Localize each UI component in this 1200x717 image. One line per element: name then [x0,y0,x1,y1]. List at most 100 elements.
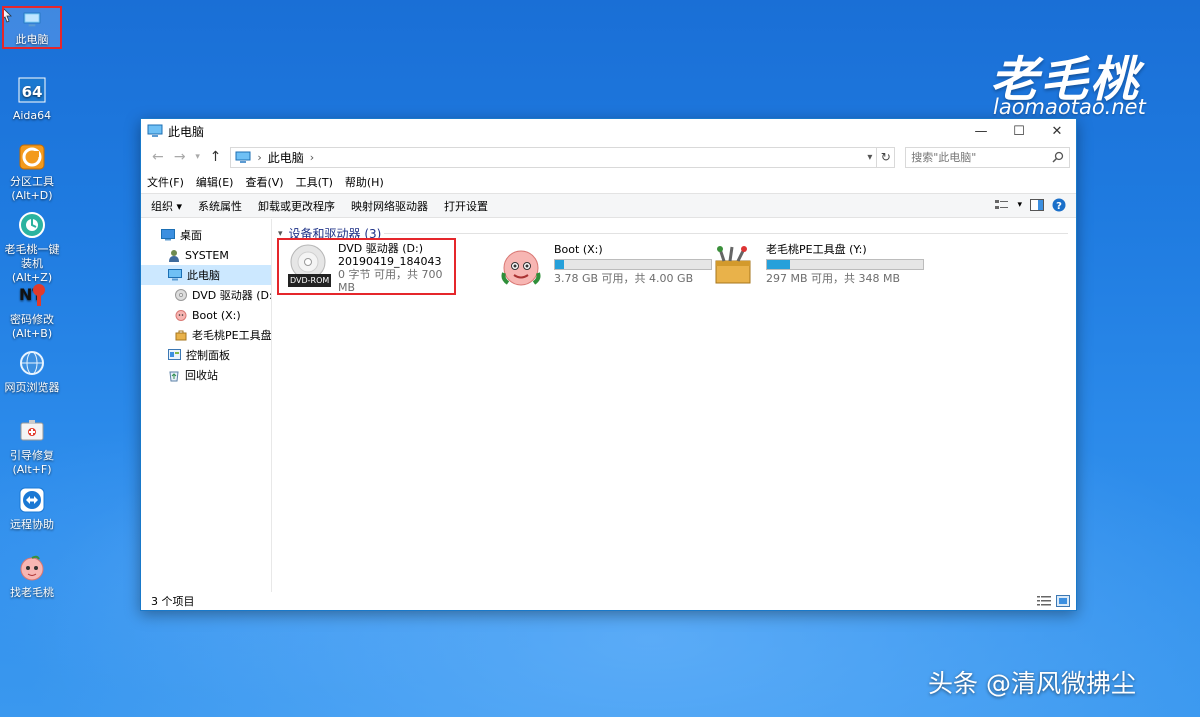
search-input[interactable] [911,150,1052,164]
drive-tile-dvd[interactable]: DVD-ROM DVD 驱动器 (D:) 20190419_184043 0 字… [277,238,456,295]
minimize-button[interactable]: — [962,119,1000,143]
nav-item-desktop[interactable]: 桌面 [141,225,271,245]
dvd-rom-badge: DVD-ROM [288,274,332,287]
forward-arrow-icon[interactable]: → [169,149,191,165]
close-button[interactable]: ✕ [1038,119,1076,143]
maximize-button[interactable]: ☐ [1000,119,1038,143]
map-network-drive-button[interactable]: 映射网络驱动器 [351,198,428,214]
nav-item-control-panel[interactable]: 控制面板 [141,345,271,365]
preview-pane-icon[interactable] [1030,199,1044,211]
desktop-icon-boot-repair[interactable]: 引导修复(Alt+F) [1,416,63,477]
peach-icon [498,243,548,291]
menu-tools[interactable]: 工具(T) [296,174,333,190]
search-field[interactable] [905,146,1070,168]
boot-repair-icon [20,420,44,441]
recent-dropdown-icon[interactable]: ▾ [191,152,205,162]
remote-assist-icon [19,487,45,513]
peach-icon [20,555,44,581]
system-properties-button[interactable]: 系统属性 [198,198,242,214]
menu-file[interactable]: 文件(F) [147,174,184,190]
help-icon[interactable]: ? [1052,198,1066,212]
drive-name: Boot (X:) [554,243,603,256]
drive-usage-fill [555,260,564,269]
breadcrumb-this-pc[interactable]: 此电脑 [268,149,304,166]
drive-tile-boot[interactable]: Boot (X:) 3.78 GB 可用，共 4.00 GB [498,243,712,299]
nav-item-dvd-drive[interactable]: DVD 驱动器 (D:) [141,285,271,305]
desktop-icon-password[interactable]: NT 密码修改(Alt+B) [1,280,63,341]
nav-label: 老毛桃PE工具盘 ( [192,329,271,342]
open-settings-button[interactable]: 打开设置 [444,198,488,214]
desktop-icon-label: 老毛桃一键装机(Alt+Z) [4,243,60,284]
desktop-icon-label: 密码修改(Alt+B) [10,313,54,340]
explorer-body: 桌面 SYSTEM 此电脑 DVD 驱动器 (D:) Boot (X:) 老毛桃… [141,219,1076,592]
address-row: ← → ▾ ↑ › 此电脑 › ▾ ↻ [141,143,1076,171]
control-panel-icon [168,349,181,360]
drive-space: 3.78 GB 可用，共 4.00 GB [554,272,694,285]
uninstall-program-button[interactable]: 卸载或更改程序 [258,198,335,214]
computer-icon [168,269,182,281]
nav-item-boot-drive[interactable]: Boot (X:) [141,305,271,325]
menu-help[interactable]: 帮助(H) [345,174,384,190]
desktop-icon [161,229,175,241]
peach-icon [175,310,187,321]
details-view-icon[interactable] [1037,595,1051,607]
nav-label: 桌面 [180,229,202,242]
nav-item-system-user[interactable]: SYSTEM [141,245,271,265]
desktop-icon-aida64[interactable]: 64 Aida64 [1,76,63,123]
refresh-icon[interactable]: ↻ [877,146,896,168]
content-pane: ▾ 设备和驱动器 (3) DVD-ROM DVD 驱动器 (D:) 201904… [272,219,1076,592]
status-bar: 3 个项目 [141,592,1076,610]
nav-item-pe-toolbox[interactable]: 老毛桃PE工具盘 ( [141,325,271,345]
organize-button[interactable]: 组织 ▾ [151,198,182,214]
desktop-icon-label: 找老毛桃 [10,586,54,599]
menu-edit[interactable]: 编辑(E) [196,174,234,190]
command-bar: 组织 ▾ 系统属性 卸载或更改程序 映射网络驱动器 打开设置 ▾ ? [141,193,1076,218]
nav-label: 回收站 [185,369,218,382]
nav-label: SYSTEM [185,248,229,262]
nav-item-recycle-bin[interactable]: 回收站 [141,365,271,385]
svg-text:64: 64 [22,83,43,101]
menu-view[interactable]: 查看(V) [245,174,283,190]
nav-item-this-pc[interactable]: 此电脑 [141,265,271,285]
view-options-icon[interactable] [995,199,1009,211]
search-icon [1052,151,1064,163]
drive-name: DVD 驱动器 (D:) [338,242,424,255]
breadcrumb-separator[interactable]: › [310,151,314,164]
toolbox-icon [710,243,760,291]
breadcrumb-separator[interactable]: › [257,151,261,164]
desktop-icon-remote-assist[interactable]: 远程协助 [1,485,63,532]
drive-space: 0 字节 可用，共 700 MB [338,268,443,294]
view-dropdown-icon[interactable]: ▾ [1017,200,1022,210]
address-dropdown-icon[interactable]: ▾ [867,152,872,163]
desktop-icon-label: 网页浏览器 [4,381,60,394]
computer-icon [147,124,163,137]
nav-label: 此电脑 [187,269,220,282]
nav-label: DVD 驱动器 (D:) [192,289,271,302]
drive-volume-label: 20190419_184043 [338,255,442,268]
desktop-icon-installer[interactable]: 老毛桃一键装机(Alt+Z) [1,210,63,285]
title-bar[interactable]: 此电脑 — ☐ ✕ [141,119,1076,143]
drive-tile-pe-toolbox[interactable]: 老毛桃PE工具盘 (Y:) 297 MB 可用，共 348 MB [710,243,924,299]
password-icon: NT [19,284,45,306]
drive-usage-fill [767,260,790,269]
menu-bar: 文件(F) 编辑(E) 查看(V) 工具(T) 帮助(H) [141,171,1076,193]
drive-usage-bar [554,259,712,270]
aida64-icon: 64 [18,77,46,103]
back-arrow-icon[interactable]: ← [147,149,169,165]
up-arrow-icon[interactable]: ↑ [205,149,227,165]
dvd-drive-icon: DVD-ROM [282,242,332,290]
desktop-icon-find-laomaotao[interactable]: 找老毛桃 [1,553,63,600]
desktop-icon-browser[interactable]: 网页浏览器 [1,348,63,395]
drive-name: 老毛桃PE工具盘 (Y:) [766,243,867,256]
desktop-icon-this-pc[interactable]: 此电脑 [2,6,62,49]
drive-space: 297 MB 可用，共 348 MB [766,272,901,285]
large-icons-view-icon[interactable] [1056,595,1070,607]
address-bar[interactable]: › 此电脑 › ▾ [230,146,878,168]
browser-icon [20,351,44,375]
computer-icon [23,12,41,27]
desktop-icon-partition-tool[interactable]: 分区工具(Alt+D) [1,142,63,203]
chevron-down-icon: ▾ [278,228,283,239]
explorer-window: 此电脑 — ☐ ✕ ← → ▾ ↑ › 此电脑 › ▾ ↻ 搜索"此电脑" 文件… [140,118,1077,611]
navigation-pane: 桌面 SYSTEM 此电脑 DVD 驱动器 (D:) Boot (X:) 老毛桃… [141,219,272,592]
item-count: 3 个项目 [151,595,195,608]
